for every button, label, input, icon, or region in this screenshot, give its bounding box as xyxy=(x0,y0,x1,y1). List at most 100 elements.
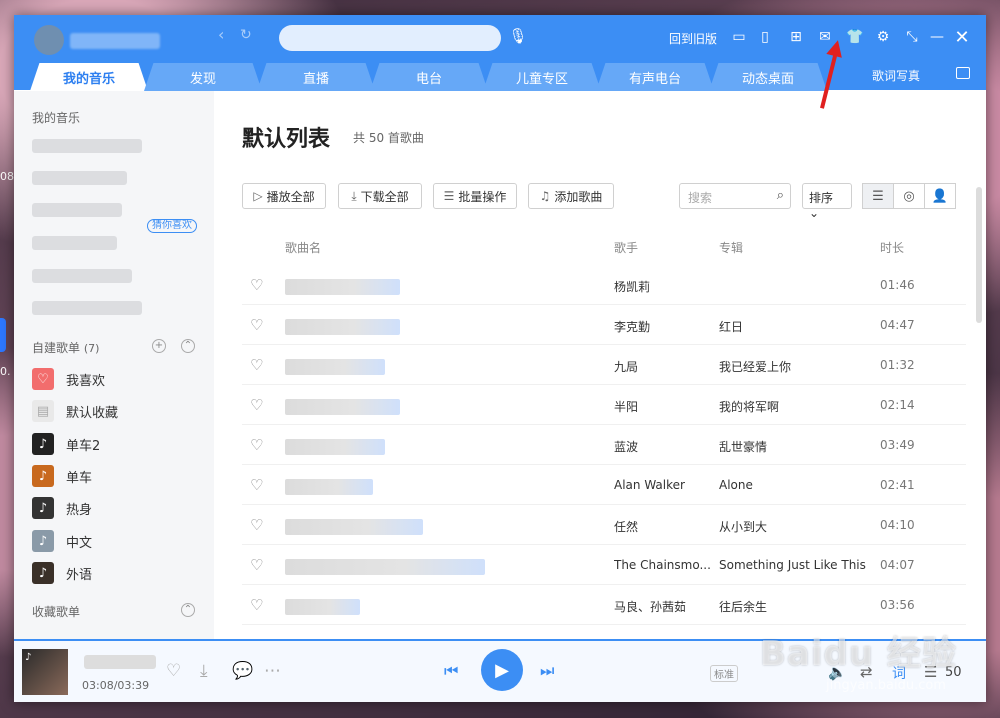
tab-audio-radio[interactable]: 有声电台 xyxy=(596,63,714,91)
download-all-button[interactable]: ⤓ 下载全部 xyxy=(338,183,422,209)
refresh-icon[interactable]: ↻ xyxy=(240,27,252,43)
skin-icon[interactable]: 👕 xyxy=(845,27,865,47)
table-row[interactable]: ♡ 任然 从小到大 04:10 xyxy=(242,505,966,545)
mic-icon[interactable]: 🎙 xyxy=(508,27,528,49)
song-title-blurred[interactable] xyxy=(285,519,423,535)
playlist-item[interactable]: ♪ 外语 xyxy=(32,561,92,585)
row-album[interactable]: 我的将军啊 xyxy=(719,398,869,415)
add-playlist-icon[interactable]: + xyxy=(152,339,166,353)
settings-icon[interactable]: ⚙ xyxy=(873,27,893,47)
heart-icon[interactable]: ♡ xyxy=(250,436,263,454)
row-artist[interactable]: 半阳 xyxy=(614,398,714,415)
artist-view-icon[interactable]: 👤 xyxy=(924,183,956,209)
col-song-name[interactable]: 歌曲名 xyxy=(285,239,321,256)
heart-icon[interactable]: ♡ xyxy=(250,596,263,614)
song-title-blurred[interactable] xyxy=(285,479,373,495)
collapse-icon[interactable]: ⌃ xyxy=(181,339,195,353)
playlist-item[interactable]: ♪ 单车 xyxy=(32,464,92,488)
table-row[interactable]: ♡ 李克勤 红日 04:47 xyxy=(242,305,966,345)
song-title-blurred[interactable] xyxy=(285,439,385,455)
song-title-blurred[interactable] xyxy=(285,359,385,375)
song-title-blurred[interactable] xyxy=(285,599,360,615)
minimize-icon[interactable]: — xyxy=(927,27,947,47)
list-view-icon[interactable]: ☰ xyxy=(862,183,894,209)
more-icon[interactable]: ⋯ xyxy=(264,661,281,681)
row-artist[interactable]: 马良、孙茜茹 xyxy=(614,598,714,615)
table-row[interactable]: ♡ 蓝波 乱世豪情 03:49 xyxy=(242,425,966,465)
sidebar-item-blurred[interactable] xyxy=(32,301,142,315)
download-icon[interactable]: ⤓ xyxy=(200,661,208,681)
table-row[interactable]: ♡ 马良、孙茜茹 往后余生 03:56 xyxy=(242,585,966,625)
row-album[interactable]: 乱世豪情 xyxy=(719,438,869,455)
row-album[interactable]: 我已经爱上你 xyxy=(719,358,869,375)
next-track-icon[interactable]: ⏭ xyxy=(540,661,554,681)
desktop-app-icon[interactable] xyxy=(0,318,6,352)
quality-selector[interactable]: 标准 xyxy=(710,665,738,682)
back-arrow-icon[interactable]: ‹ xyxy=(218,25,224,44)
row-artist[interactable]: 九局 xyxy=(614,358,714,375)
sidebar-item-blurred[interactable] xyxy=(32,139,142,153)
col-artist[interactable]: 歌手 xyxy=(614,239,638,256)
row-artist[interactable]: 李克勤 xyxy=(614,318,714,335)
table-row[interactable]: ♡ The Chainsmo... Something Just Like This… xyxy=(242,545,966,585)
heart-icon[interactable]: ♡ xyxy=(250,396,263,414)
row-artist[interactable]: Alan Walker xyxy=(614,478,714,492)
table-row[interactable]: ♡ 杨凯莉 01:46 xyxy=(242,265,966,305)
play-all-button[interactable]: ▷ 播放全部 xyxy=(242,183,326,209)
heart-icon[interactable]: ♡ xyxy=(250,476,263,494)
row-album[interactable]: Alone xyxy=(719,478,869,492)
heart-icon[interactable]: ♡ xyxy=(250,556,263,574)
sidebar-item-blurred[interactable] xyxy=(32,171,127,185)
tab-live[interactable]: 直播 xyxy=(257,63,375,91)
add-song-button[interactable]: ♫ 添加歌曲 xyxy=(528,183,614,209)
play-button[interactable]: ▶ xyxy=(481,649,523,691)
now-playing-cover[interactable]: ♪ xyxy=(22,649,68,695)
like-icon[interactable]: ♡ xyxy=(166,661,181,681)
mini-mode-icon[interactable] xyxy=(956,67,970,79)
song-search-input[interactable]: 搜索 ⌕ xyxy=(679,183,791,209)
guess-you-like-badge[interactable]: 猜你喜欢 xyxy=(147,219,197,233)
top-search-input[interactable] xyxy=(279,25,501,51)
phone-icon[interactable]: ▯ xyxy=(755,27,775,47)
song-title-blurred[interactable] xyxy=(285,319,400,335)
tab-my-music[interactable]: 我的音乐 xyxy=(30,63,148,91)
sidebar-item-blurred[interactable] xyxy=(32,236,117,250)
playlist-item[interactable]: ♪ 单车2 xyxy=(32,432,100,456)
sort-dropdown[interactable]: 排序 ⌄ xyxy=(802,183,852,220)
apps-icon[interactable]: ⊞ xyxy=(786,27,806,47)
tab-discover[interactable]: 发现 xyxy=(144,63,262,91)
playlist-item[interactable]: ♪ 中文 xyxy=(32,529,92,553)
playlist-item[interactable]: ▤ 默认收藏 xyxy=(32,399,118,423)
sidebar-item-blurred[interactable] xyxy=(32,269,132,283)
row-album[interactable]: 从小到大 xyxy=(719,518,869,535)
batch-ops-button[interactable]: ☰ 批量操作 xyxy=(433,183,517,209)
row-album[interactable]: Something Just Like This xyxy=(719,558,869,572)
heart-icon[interactable]: ♡ xyxy=(250,316,263,334)
heart-icon[interactable]: ♡ xyxy=(250,356,263,374)
col-album[interactable]: 专辑 xyxy=(719,239,743,256)
user-avatar[interactable] xyxy=(34,25,64,55)
scrollbar[interactable] xyxy=(976,187,982,323)
heart-icon[interactable]: ♡ xyxy=(250,516,263,534)
prev-track-icon[interactable]: ⏮ xyxy=(444,661,458,681)
song-title-blurred[interactable] xyxy=(285,399,400,415)
row-album[interactable]: 往后余生 xyxy=(719,598,869,615)
disc-view-icon[interactable]: ◎ xyxy=(893,183,925,209)
col-duration[interactable]: 时长 xyxy=(880,239,904,256)
lyric-photo-button[interactable]: 歌词写真 xyxy=(872,67,920,84)
comment-icon[interactable]: 💬 xyxy=(232,661,253,681)
tab-kids[interactable]: 儿童专区 xyxy=(483,63,601,91)
song-title-blurred[interactable] xyxy=(285,279,400,295)
row-artist[interactable]: 任然 xyxy=(614,518,714,535)
playlist-item[interactable]: ♡ 我喜欢 xyxy=(32,367,105,391)
table-row[interactable]: ♡ 九局 我已经爱上你 01:32 xyxy=(242,345,966,385)
collapse-icon[interactable]: ⌃ xyxy=(181,603,195,617)
row-artist[interactable]: 蓝波 xyxy=(614,438,714,455)
tab-dynamic-desktop[interactable]: 动态桌面 xyxy=(709,63,827,91)
playlist-item[interactable]: ♪ 热身 xyxy=(32,496,92,520)
row-artist[interactable]: The Chainsmo... xyxy=(614,558,714,572)
now-playing-title-blurred[interactable] xyxy=(84,655,156,669)
table-row[interactable]: ♡ Alan Walker Alone 02:41 xyxy=(242,465,966,505)
song-title-blurred[interactable] xyxy=(285,559,485,575)
row-album[interactable]: 红日 xyxy=(719,318,869,335)
